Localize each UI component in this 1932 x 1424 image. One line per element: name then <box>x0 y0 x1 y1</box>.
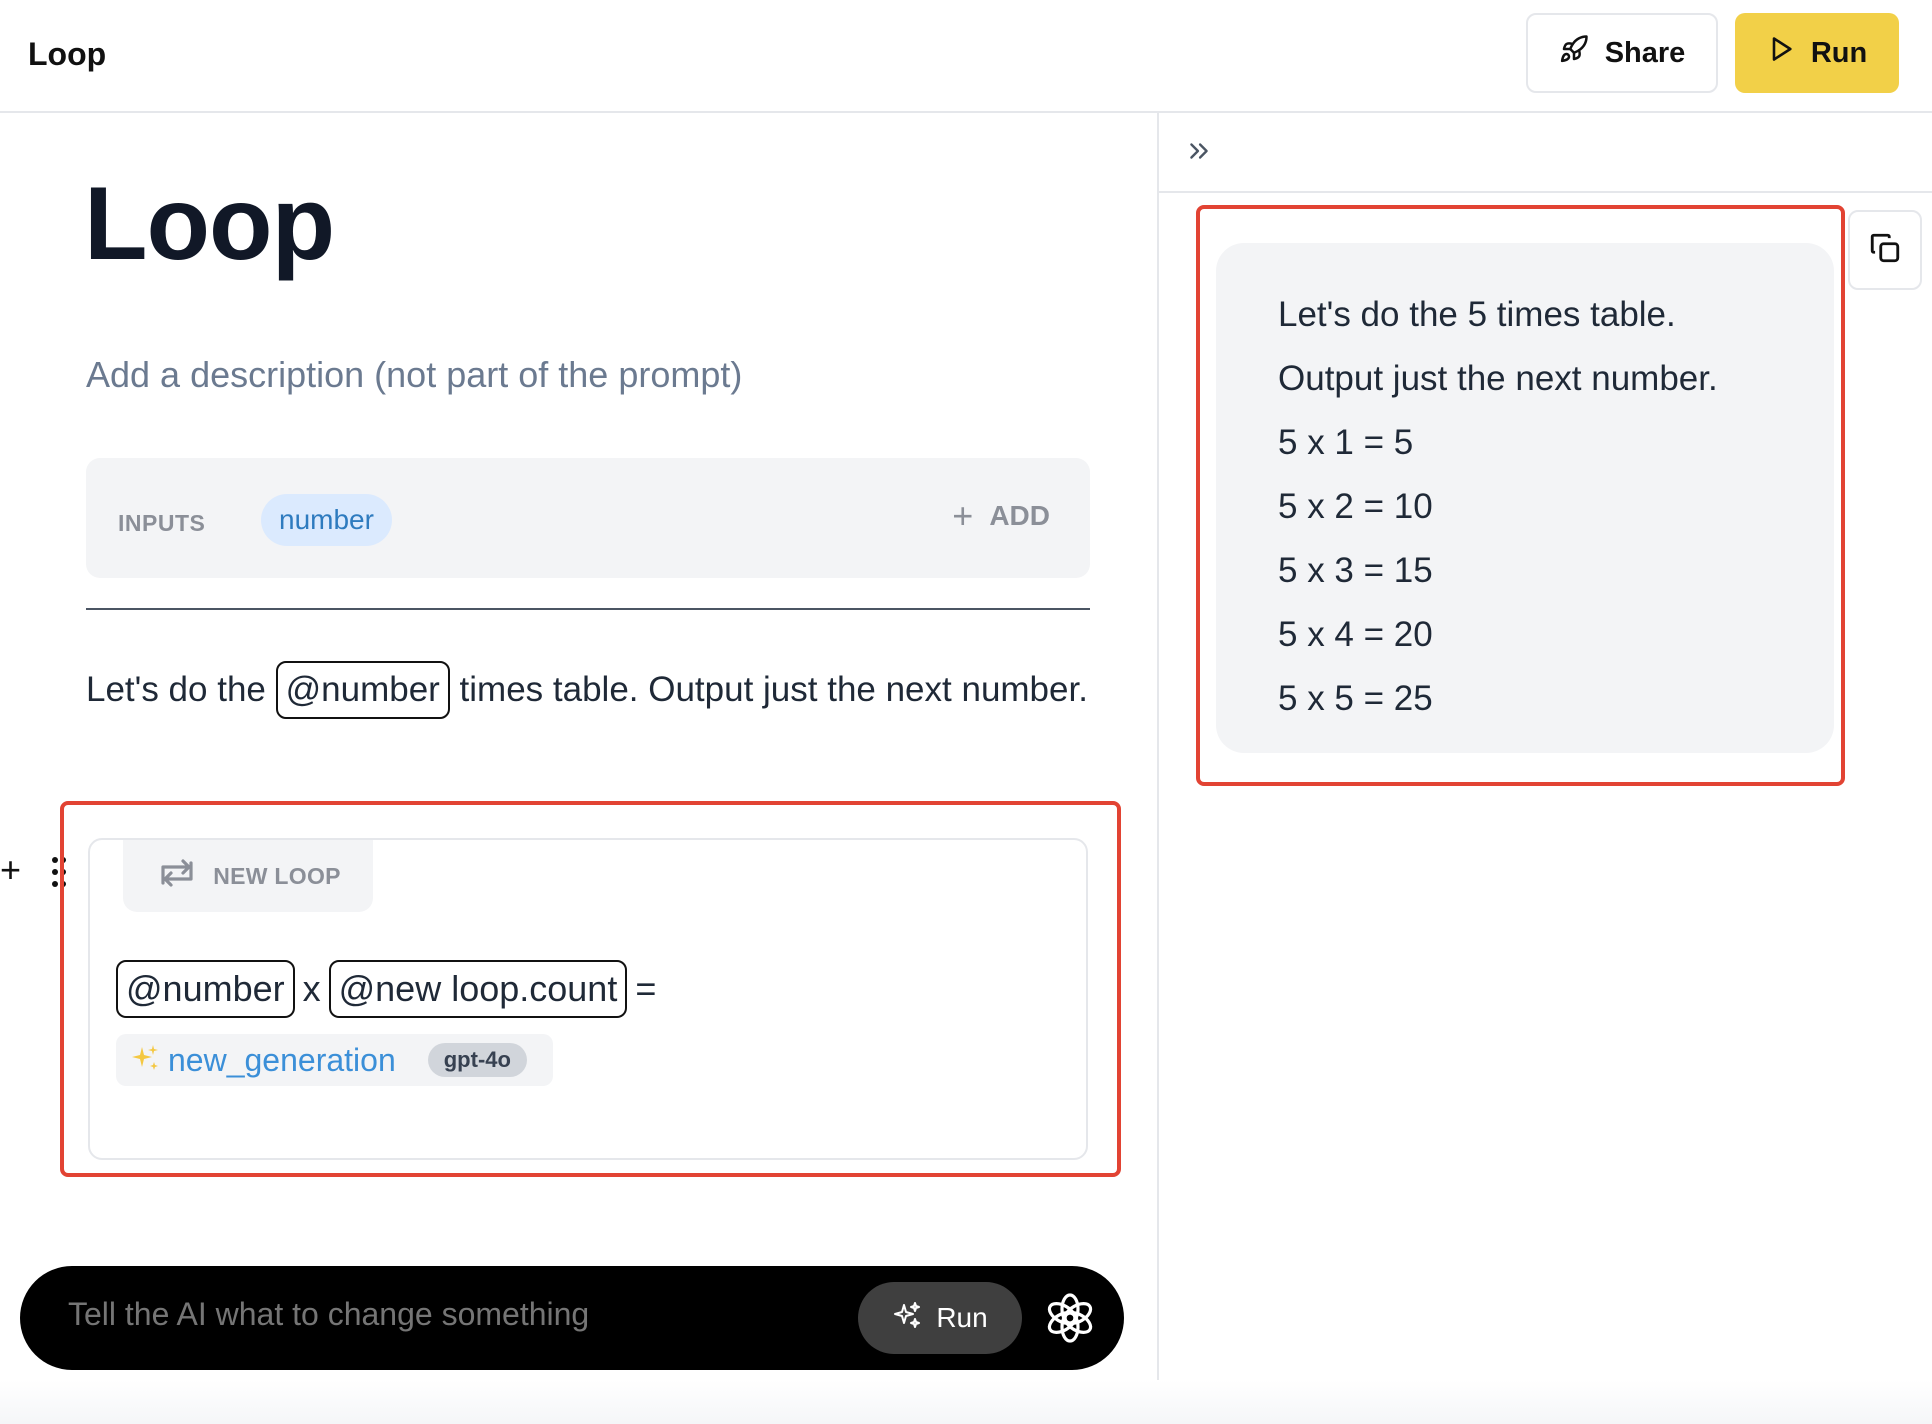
pane-divider[interactable] <box>1157 113 1159 1424</box>
add-block-button[interactable]: + <box>0 852 21 888</box>
generation-name: new_generation <box>168 1041 396 1078</box>
description-field[interactable]: Add a description (not part of the promp… <box>86 354 742 396</box>
loop-badge-label: NEW LOOP <box>213 862 341 889</box>
copy-icon <box>1868 231 1902 270</box>
repeat-icon <box>155 857 199 895</box>
add-label: ADD <box>989 500 1050 531</box>
top-bar: Loop Share Run <box>0 0 1932 113</box>
plus-icon: + <box>952 495 974 536</box>
output-line: Output just the next number. <box>1278 359 1718 398</box>
output-line: 5 x 3 = 15 <box>1278 551 1433 590</box>
generation-chip[interactable]: new_generation gpt-4o <box>116 1034 553 1086</box>
ai-run-button[interactable]: Run <box>858 1282 1022 1354</box>
sparkles-icon <box>130 1043 160 1078</box>
input-chip-number[interactable]: number <box>261 494 392 546</box>
chevrons-right-icon[interactable] <box>1186 134 1212 173</box>
prompt-text-before: Let's do the <box>86 670 266 709</box>
app-title: Loop <box>28 36 107 72</box>
equals-text: = <box>635 968 657 1009</box>
inputs-panel: INPUTS number + ADD <box>86 458 1090 578</box>
section-divider <box>86 608 1090 610</box>
sparkle-icon <box>892 1300 922 1337</box>
mention-number[interactable]: @number <box>116 960 295 1018</box>
prompt-text[interactable]: Let's do the @number times table. Output… <box>86 658 1090 722</box>
play-icon <box>1767 34 1795 72</box>
prompt-text-after: times table. Output just the next number… <box>459 670 1088 709</box>
ai-command-input[interactable] <box>68 1296 848 1333</box>
rocket-icon <box>1559 34 1589 72</box>
output-message: Let's do the 5 times table. Output just … <box>1216 243 1834 753</box>
loop-badge[interactable]: NEW LOOP <box>123 840 373 912</box>
page-title[interactable]: Loop <box>84 165 335 284</box>
output-line: 5 x 5 = 25 <box>1278 679 1433 718</box>
output-line: 5 x 1 = 5 <box>1278 423 1414 462</box>
mention-number[interactable]: @number <box>275 661 450 719</box>
output-line: 5 x 4 = 20 <box>1278 615 1433 654</box>
openai-logo-icon[interactable] <box>1042 1290 1098 1346</box>
model-badge[interactable]: gpt-4o <box>427 1043 527 1077</box>
loop-expression[interactable]: @number x @new loop.count = <box>116 960 656 1018</box>
share-label: Share <box>1604 36 1686 69</box>
right-pane-divider <box>1159 191 1932 193</box>
loop-block[interactable]: NEW LOOP @number x @new loop.count = new… <box>88 838 1088 1160</box>
output-line: 5 x 2 = 10 <box>1278 487 1433 526</box>
run-label: Run <box>1810 36 1868 69</box>
add-input-button[interactable]: + ADD <box>952 498 1050 534</box>
operator-text: x <box>302 968 321 1009</box>
copy-button[interactable] <box>1848 210 1922 290</box>
run-button[interactable]: Run <box>1735 13 1899 93</box>
output-line: Let's do the 5 times table. <box>1278 295 1676 334</box>
ai-run-label: Run <box>936 1302 988 1333</box>
ai-command-bar: Run <box>20 1266 1124 1370</box>
inputs-label: INPUTS <box>118 510 206 536</box>
mention-loop-count[interactable]: @new loop.count <box>328 960 628 1018</box>
share-button[interactable]: Share <box>1526 13 1718 93</box>
bottom-fade <box>0 1380 1932 1424</box>
